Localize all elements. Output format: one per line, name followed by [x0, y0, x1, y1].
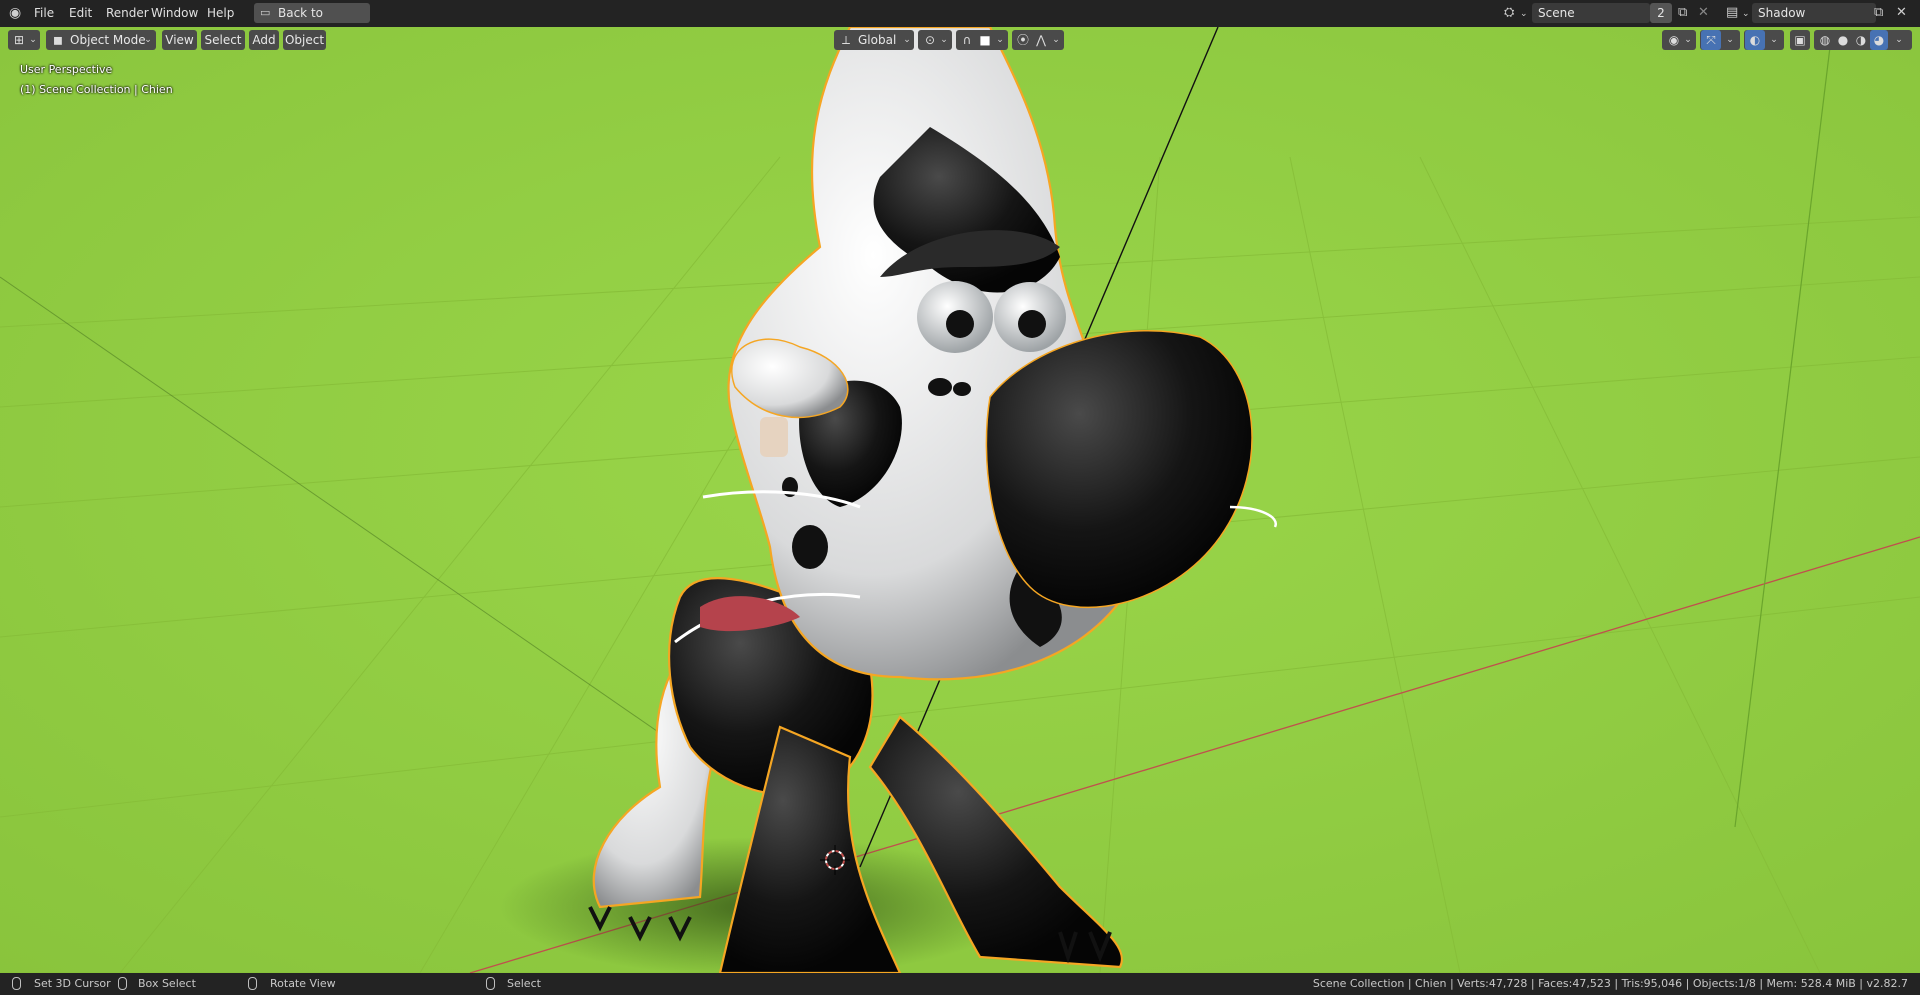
- object-mode-dropdown[interactable]: ◼ Object Mode ⌄: [46, 30, 156, 50]
- menu-file[interactable]: File: [29, 4, 59, 22]
- scene-users-label: 2: [1657, 6, 1665, 20]
- back-to-previous-button[interactable]: ▭ Back to Previous: [254, 3, 370, 40]
- mouse-right-icon: [486, 977, 495, 990]
- chevron-down-icon: ⌄: [1770, 35, 1778, 45]
- visibility-dropdown[interactable]: ◉ ⌄: [1662, 30, 1696, 50]
- overlay-icon: ◐: [1745, 30, 1765, 50]
- status-right: Select: [507, 977, 541, 990]
- status-middle: Rotate View: [270, 977, 336, 990]
- menu-window[interactable]: Window: [146, 4, 203, 22]
- 3d-viewport[interactable]: ⊞ ⌄ ◼ Object Mode ⌄ View Select Add Obje…: [0, 27, 1920, 973]
- rendered-shading-icon[interactable]: ◕: [1870, 30, 1888, 50]
- chevron-down-icon: ⌄: [903, 35, 911, 45]
- new-view-layer-icon[interactable]: ⧉: [1874, 3, 1883, 23]
- view-layer-name-field[interactable]: Shadow: [1752, 3, 1876, 23]
- select-menu[interactable]: Select: [201, 30, 245, 50]
- chevron-down-icon: ⌄: [144, 35, 152, 45]
- small-spot: [928, 378, 952, 396]
- pivot-icon: ⊙: [924, 33, 936, 47]
- proportional-edit-group[interactable]: ⦿ ⋀ ⌄: [1012, 30, 1064, 50]
- gizmo-icon: ⤧: [1701, 30, 1721, 50]
- scene-dropdown-icon[interactable]: ⌄: [1520, 4, 1528, 24]
- chevron-down-icon[interactable]: ⌄: [1892, 30, 1906, 50]
- xray-icon: ▣: [1794, 33, 1806, 47]
- scene-render[interactable]: [0, 27, 1920, 973]
- view-layer-name: Shadow: [1758, 6, 1806, 20]
- topbar: ◉ File Edit Render Window Help ▭ Back to…: [0, 0, 1920, 40]
- scene-icon[interactable]: ⛭: [1504, 3, 1514, 23]
- select-menu-label: Select: [204, 33, 242, 47]
- view-menu[interactable]: View: [162, 30, 197, 50]
- falloff-icon[interactable]: ⋀: [1032, 30, 1050, 50]
- overlay-toggle[interactable]: ◐ ⌄: [1744, 30, 1784, 50]
- view-layer-dropdown-icon[interactable]: ⌄: [1742, 4, 1750, 24]
- status-left-drag: Box Select: [138, 977, 196, 990]
- scene-name-field[interactable]: Scene: [1532, 3, 1650, 23]
- view-layer-icon[interactable]: ▤: [1726, 3, 1738, 23]
- add-menu[interactable]: Add: [249, 30, 279, 50]
- visibility-icon: ◉: [1668, 33, 1680, 47]
- wireframe-shading-icon[interactable]: ◍: [1816, 30, 1834, 50]
- chevron-down-icon[interactable]: ⌄: [1050, 30, 1062, 50]
- blender-logo-icon[interactable]: ◉: [9, 3, 21, 23]
- object-mode-icon: ◼: [53, 33, 63, 47]
- mouse-left-icon: [12, 977, 21, 990]
- object-mode-label: Object Mode: [70, 33, 146, 47]
- chevron-down-icon: ⌄: [940, 35, 948, 45]
- close-icon[interactable]: ✕: [1698, 3, 1709, 23]
- shading-group[interactable]: ◍ ● ◑ ◕ ⌄: [1814, 30, 1912, 50]
- add-menu-label: Add: [252, 33, 276, 47]
- dog-tooth: [760, 417, 788, 457]
- orientation-icon: ⟂: [841, 33, 850, 47]
- editor-type-icon: ⊞: [13, 33, 25, 47]
- editor-type-button[interactable]: ⊞ ⌄: [8, 30, 40, 50]
- mouse-left-drag-icon: [118, 977, 127, 990]
- transform-orientation-dropdown[interactable]: ⟂ Global ⌄: [834, 30, 914, 50]
- small-spot: [953, 382, 971, 396]
- object-menu[interactable]: Object: [283, 30, 326, 50]
- right-pupil: [1018, 310, 1046, 338]
- back-icon: ▭: [260, 6, 271, 19]
- snap-target-icon[interactable]: ■: [976, 30, 994, 50]
- mouse-middle-icon: [248, 977, 257, 990]
- chevron-down-icon: ⌄: [1726, 35, 1734, 45]
- scene-name: Scene: [1538, 6, 1575, 20]
- new-scene-icon[interactable]: ⧉: [1678, 3, 1687, 23]
- scene-users-count: 2: [1650, 3, 1672, 23]
- solid-shading-icon[interactable]: ●: [1834, 30, 1852, 50]
- menu-help[interactable]: Help: [202, 4, 239, 22]
- chin-spot: [792, 525, 828, 569]
- status-left-click: Set 3D Cursor: [34, 977, 111, 990]
- close-icon[interactable]: ✕: [1896, 3, 1907, 23]
- object-menu-label: Object: [284, 33, 325, 47]
- snap-icon[interactable]: ∩: [958, 30, 976, 50]
- left-pupil: [946, 310, 974, 338]
- material-shading-icon[interactable]: ◑: [1852, 30, 1870, 50]
- menu-edit[interactable]: Edit: [64, 4, 97, 22]
- chevron-down-icon[interactable]: ⌄: [994, 30, 1006, 50]
- gizmo-toggle[interactable]: ⤧ ⌄: [1700, 30, 1740, 50]
- xray-toggle[interactable]: ▣: [1790, 30, 1810, 50]
- snap-group[interactable]: ∩ ■ ⌄: [956, 30, 1008, 50]
- chevron-down-icon: ⌄: [1684, 35, 1692, 45]
- scene-statistics: Scene Collection | Chien | Verts:47,728 …: [1312, 977, 1908, 990]
- pivot-point-dropdown[interactable]: ⊙ ⌄: [918, 30, 952, 50]
- chevron-down-icon: ⌄: [29, 35, 37, 45]
- orientation-label: Global: [858, 33, 897, 47]
- active-collection-label: (1) Scene Collection | Chien: [20, 83, 173, 96]
- view-perspective-label: User Perspective: [20, 63, 113, 76]
- view-menu-label: View: [165, 33, 194, 47]
- status-bar: Set 3D Cursor Box Select Rotate View Sel…: [0, 973, 1920, 995]
- proportional-edit-icon[interactable]: ⦿: [1014, 30, 1032, 50]
